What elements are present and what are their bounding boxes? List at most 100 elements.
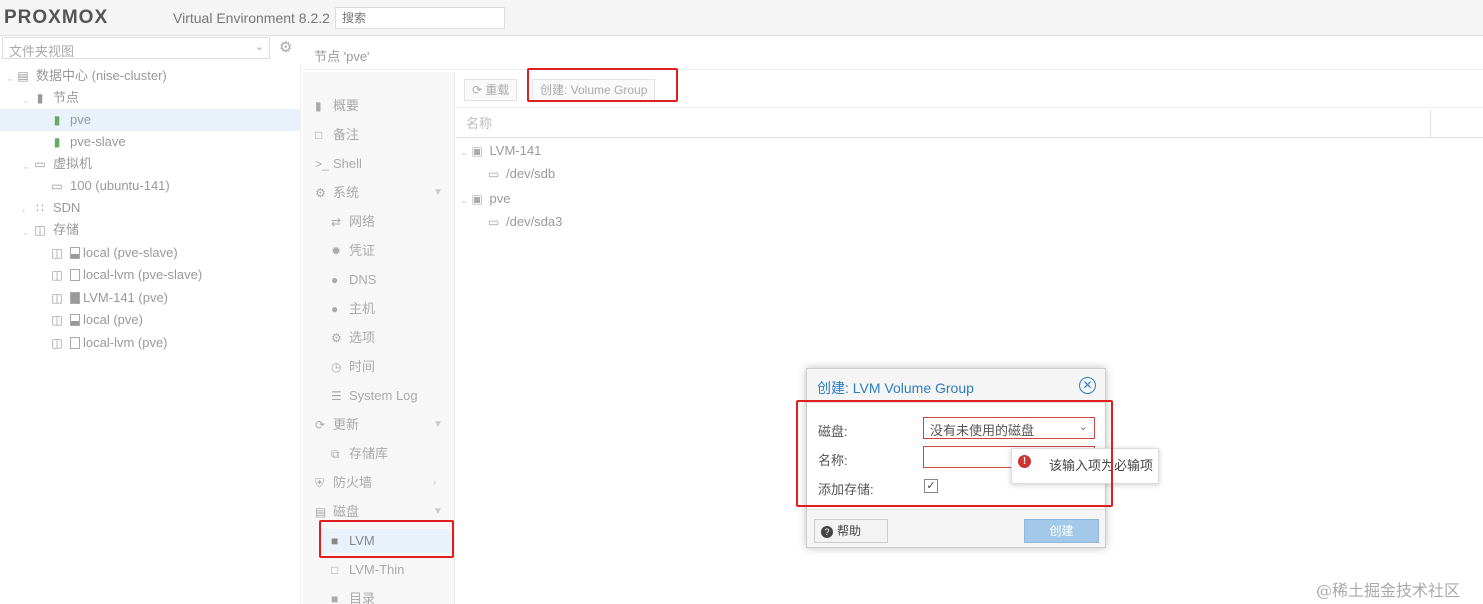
product-version: Virtual Environment 8.2.2 xyxy=(173,10,330,26)
tree-item-local-pve[interactable]: ◫ local (pve) xyxy=(49,309,143,331)
grid-row-dev-sda3[interactable]: ▭/dev/sda3 xyxy=(488,210,562,234)
database-icon: ◫ xyxy=(51,246,63,260)
highlight-create-button xyxy=(527,68,678,102)
vm-icon: ▭ xyxy=(51,179,63,193)
tree-item-storage[interactable]: ◫ 存储 xyxy=(32,219,79,241)
dialog-title: 创建: LVM Volume Group xyxy=(817,380,974,396)
shield-icon: ⛨ xyxy=(315,476,325,490)
tree-item-local-lvm-pve[interactable]: ◫ local-lvm (pve) xyxy=(49,332,167,354)
clock-icon: ◷ xyxy=(331,360,342,374)
search-input[interactable] xyxy=(335,7,505,29)
chevron-down-icon: ⌄ xyxy=(254,41,264,53)
view-select[interactable]: 文件夹视图 ⌄ xyxy=(2,37,270,59)
server-icon: ▮ xyxy=(36,91,44,105)
refresh-icon: ⟳ xyxy=(472,83,486,97)
database-icon: ◫ xyxy=(51,268,63,282)
database-icon: ◫ xyxy=(51,336,63,350)
chevron-right-icon: › xyxy=(433,477,437,488)
question-icon: ? xyxy=(821,526,833,538)
note-icon: □ xyxy=(315,128,323,142)
tree-item-local-lvm-pve-slave[interactable]: ◫ local-lvm (pve-slave) xyxy=(49,264,202,286)
menu-item-repositories[interactable]: ⧉ 存储库 xyxy=(331,442,388,466)
menu-item-dns[interactable]: ● DNS xyxy=(331,268,376,292)
grid-header: 名称 xyxy=(456,110,1483,138)
logo-text: PROXMOX xyxy=(4,7,109,28)
grid-row-pve[interactable]: ⌄ ▣ pve xyxy=(460,187,511,211)
usage-bar xyxy=(70,337,80,349)
menu-item-summary[interactable]: ▮ 概要 xyxy=(315,94,359,118)
square-outline-icon: □ xyxy=(331,563,339,577)
database-icon: ◫ xyxy=(51,291,63,305)
book-icon: ▮ xyxy=(315,99,322,113)
tree-item-vm-100[interactable]: ▭ 100 (ubuntu-141) xyxy=(49,175,169,197)
node-online-icon: ▮ xyxy=(53,135,61,149)
menu-item-shell[interactable]: >_ Shell xyxy=(315,152,362,176)
tree-item-local-pve-slave[interactable]: ◫ local (pve-slave) xyxy=(49,242,177,264)
resource-tree: ⌄ ▤ 数据中心 (nise-cluster) ⌄ ▮ 节点 ▮ pve ▮ pve-s… xyxy=(0,64,301,604)
close-icon[interactable]: ✕ xyxy=(1079,377,1096,394)
usage-bar xyxy=(70,247,80,259)
grid-row-dev-sdb[interactable]: ▭/dev/sdb xyxy=(488,162,555,186)
volume-group-icon: ▣ xyxy=(471,192,483,206)
column-name-header[interactable]: 名称 xyxy=(466,116,492,131)
disk-icon: ▭ xyxy=(488,215,500,229)
usage-bar xyxy=(70,269,80,281)
menu-item-updates[interactable]: ⟳ 更新 ▼ xyxy=(315,413,443,437)
help-button[interactable]: ? 帮助 xyxy=(814,519,888,543)
menu-item-firewall[interactable]: ⛨ 防火墙 › xyxy=(315,471,436,495)
tree-item-datacenter[interactable]: ▤ 数据中心 (nise-cluster) xyxy=(15,65,166,87)
grid-icon: ∷ xyxy=(36,201,44,215)
grid-row-lvm-141[interactable]: ⌄ ▣ LVM-141 xyxy=(460,139,541,163)
menu-item-certificates[interactable]: ✹ 凭证 xyxy=(331,239,375,263)
menu-item-directory[interactable]: ■ 目录 xyxy=(331,587,375,604)
view-select-value: 文件夹视图 xyxy=(9,44,75,59)
globe-icon: ● xyxy=(331,302,339,316)
datacenter-icon: ▤ xyxy=(17,69,29,83)
highlight-lvm-menu xyxy=(319,520,454,558)
chevron-down-icon: ▼ xyxy=(433,187,443,198)
gear-icon[interactable]: ⚙ xyxy=(279,38,292,56)
database-icon: ◫ xyxy=(51,313,63,327)
watermark: @稀土掘金技术社区 xyxy=(1316,581,1461,600)
page-title: 节点 'pve' xyxy=(314,49,370,64)
certificate-icon: ✹ xyxy=(331,244,342,258)
tree-item-lvm-141[interactable]: ◫ LVM-141 (pve) xyxy=(49,287,168,309)
menu-item-network[interactable]: ⇄ 网络 xyxy=(331,210,375,234)
cogs-icon: ⚙ xyxy=(315,186,326,200)
refresh-icon: ⟳ xyxy=(315,418,326,432)
create-button[interactable]: 创建 xyxy=(1024,519,1099,543)
folder-icon: ■ xyxy=(331,592,339,604)
tree-item-vms[interactable]: ▭ 虚拟机 xyxy=(32,153,92,175)
gear-icon: ⚙ xyxy=(331,331,342,345)
menu-item-time[interactable]: ◷ 时间 xyxy=(331,355,375,379)
node-online-icon: ▮ xyxy=(53,113,61,127)
tree-item-nodes[interactable]: ▮ 节点 xyxy=(32,87,79,109)
expand-icon[interactable]: › xyxy=(22,205,25,215)
reload-button[interactable]: ⟳ 重载 xyxy=(464,79,518,101)
menu-item-system[interactable]: ⚙ 系统 ▼ xyxy=(315,181,443,205)
tree-item-sdn[interactable]: ∷ SDN xyxy=(32,197,80,219)
highlight-dialog-form xyxy=(796,400,1113,507)
collapse-icon[interactable]: ⌄ xyxy=(22,227,30,238)
menu-item-hosts[interactable]: ● 主机 xyxy=(331,297,375,321)
collapse-icon[interactable]: ⌄ xyxy=(6,73,14,84)
chevron-down-icon: ▼ xyxy=(433,419,443,430)
menu-item-options[interactable]: ⚙ 选项 xyxy=(331,326,375,350)
menu-item-lvm-thin[interactable]: □ LVM-Thin xyxy=(331,558,404,582)
monitor-icon: ▭ xyxy=(34,157,46,171)
volume-group-icon: ▣ xyxy=(471,144,483,158)
disk-icon: ▭ xyxy=(488,167,500,181)
usage-bar xyxy=(70,314,80,326)
collapse-icon: ⌄ xyxy=(460,195,468,205)
usage-bar xyxy=(70,292,80,304)
exchange-icon: ⇄ xyxy=(331,215,342,229)
collapse-icon[interactable]: ⌄ xyxy=(22,95,30,106)
column-divider xyxy=(1430,110,1431,138)
tree-item-pve-slave[interactable]: ▮ pve-slave xyxy=(49,131,126,153)
proxmox-logo[interactable]: PROXMOX xyxy=(4,6,108,30)
node-title-bar xyxy=(303,36,1483,70)
menu-item-notes[interactable]: □ 备注 xyxy=(315,123,359,147)
menu-item-system-log[interactable]: ☰ System Log xyxy=(331,384,418,408)
tree-item-pve[interactable]: ▮ pve xyxy=(0,109,300,131)
collapse-icon[interactable]: ⌄ xyxy=(22,161,30,172)
